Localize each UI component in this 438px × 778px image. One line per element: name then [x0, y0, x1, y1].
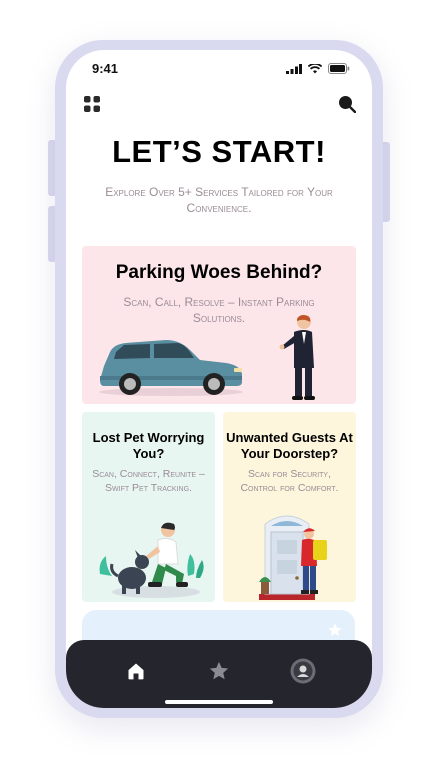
parked-car-illustration	[99, 340, 243, 396]
tab-home[interactable]	[123, 658, 149, 684]
guests-card-description: Scan for Security, Control for Comfort.	[240, 468, 339, 494]
profile-avatar	[290, 658, 316, 684]
tab-favorites[interactable]	[206, 658, 232, 684]
businessman-illustration	[279, 315, 315, 400]
page-subtitle: Explore Over 5+ Services Tailored for Yo…	[105, 185, 333, 215]
signal-icon	[286, 63, 302, 74]
battery-icon	[328, 63, 350, 74]
guests-card-title: Unwanted Guests At Your Doorstep?	[226, 430, 353, 461]
pet-owner-illustration	[99, 522, 204, 598]
favorite-star-icon[interactable]	[327, 622, 343, 638]
status-time: 9:41	[92, 61, 119, 76]
home-indicator	[165, 700, 273, 704]
status-icons	[286, 63, 350, 74]
bottom-tab-bar	[66, 640, 372, 708]
page-title: LET’S START!	[112, 134, 326, 169]
doorstep-courier-illustration	[259, 515, 327, 600]
parking-card-title: Parking Woes Behind?	[115, 262, 323, 283]
star-icon	[209, 661, 229, 680]
pet-card-description: Scan, Connect, Reunite – Swift Pet Track…	[92, 468, 205, 494]
grid-menu-icon[interactable]	[84, 96, 100, 112]
parking-service-card[interactable]: Parking Woes Behind? Scan, Call, Resolve…	[82, 246, 356, 404]
app-screen: 9:41 LET’S START! Explore Over 5+ Servic…	[66, 50, 372, 708]
wifi-icon	[308, 63, 322, 73]
lost-pet-service-card[interactable]: Lost Pet Worrying You? Scan, Connect, Re…	[82, 412, 215, 602]
top-bar	[66, 92, 372, 118]
home-icon	[128, 663, 144, 680]
status-bar: 9:41	[66, 50, 372, 86]
unwanted-guests-service-card[interactable]: Unwanted Guests At Your Doorstep? Scan f…	[223, 412, 356, 602]
search-icon[interactable]	[338, 95, 356, 113]
tab-profile[interactable]	[290, 658, 316, 684]
pet-card-title: Lost Pet Worrying You?	[92, 430, 205, 461]
